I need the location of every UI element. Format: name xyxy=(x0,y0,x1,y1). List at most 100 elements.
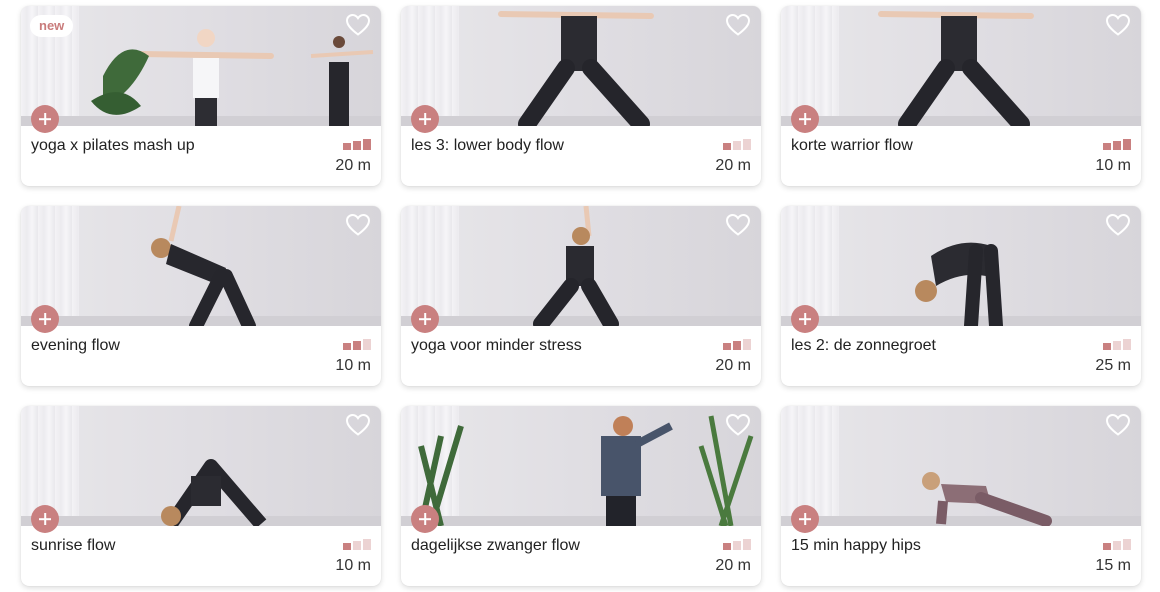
class-duration: 10 m xyxy=(335,357,371,374)
level-bar xyxy=(1103,143,1111,150)
difficulty-level-indicator xyxy=(343,339,371,350)
class-title: dagelijkse zwanger flow xyxy=(411,537,580,554)
level-bar xyxy=(733,141,741,150)
pose-illustration xyxy=(533,206,619,326)
class-title: yoga x pilates mash up xyxy=(31,137,195,154)
heart-outline-icon[interactable] xyxy=(345,413,371,437)
class-card[interactable]: new yoga x pilates mash up 20 m xyxy=(21,6,381,186)
difficulty-level-indicator xyxy=(723,339,751,350)
class-thumbnail[interactable] xyxy=(21,206,381,326)
class-title: les 3: lower body flow xyxy=(411,137,564,154)
heart-outline-icon[interactable] xyxy=(1105,213,1131,237)
level-bar xyxy=(353,341,361,350)
difficulty-level-indicator xyxy=(1103,139,1131,150)
level-bar xyxy=(733,341,741,350)
class-thumbnail[interactable] xyxy=(781,6,1141,126)
class-thumbnail[interactable] xyxy=(401,6,761,126)
level-bar xyxy=(343,543,351,550)
plus-icon[interactable] xyxy=(31,505,59,533)
level-bar xyxy=(1103,543,1111,550)
class-thumbnail[interactable] xyxy=(781,206,1141,326)
class-duration: 20 m xyxy=(715,157,751,174)
class-card[interactable]: evening flow 10 m xyxy=(21,206,381,386)
level-bar xyxy=(1113,541,1121,550)
class-duration: 25 m xyxy=(1095,357,1131,374)
plus-icon[interactable] xyxy=(791,505,819,533)
class-duration: 20 m xyxy=(715,557,751,574)
plus-icon[interactable] xyxy=(31,305,59,333)
class-title: evening flow xyxy=(31,337,120,354)
level-bar xyxy=(743,139,751,150)
class-card[interactable]: korte warrior flow 10 m xyxy=(781,6,1141,186)
pose-illustration xyxy=(878,11,1034,126)
class-grid: new yoga x pilates mash up 20 m les 3: l… xyxy=(21,6,1141,586)
class-duration: 15 m xyxy=(1095,557,1131,574)
new-badge: new xyxy=(30,15,74,37)
class-thumbnail[interactable] xyxy=(781,406,1141,526)
class-title: yoga voor minder stress xyxy=(411,337,582,354)
plus-icon[interactable] xyxy=(791,105,819,133)
level-bar xyxy=(723,543,731,550)
level-bar xyxy=(743,539,751,550)
level-bar xyxy=(723,143,731,150)
pose-illustration xyxy=(91,29,374,126)
pose-illustration xyxy=(922,472,1052,526)
level-bar xyxy=(343,343,351,350)
class-card[interactable]: les 3: lower body flow 20 m xyxy=(401,6,761,186)
difficulty-level-indicator xyxy=(723,139,751,150)
class-duration: 10 m xyxy=(335,557,371,574)
heart-outline-icon[interactable] xyxy=(725,413,751,437)
class-thumbnail[interactable] xyxy=(401,406,761,526)
difficulty-level-indicator xyxy=(1103,539,1131,550)
plus-icon[interactable] xyxy=(411,305,439,333)
class-title: korte warrior flow xyxy=(791,137,913,154)
class-card[interactable]: les 2: de zonnegroet 25 m xyxy=(781,206,1141,386)
class-title: 15 min happy hips xyxy=(791,537,921,554)
heart-outline-icon[interactable] xyxy=(345,213,371,237)
class-card[interactable]: yoga voor minder stress 20 m xyxy=(401,206,761,386)
class-title: les 2: de zonnegroet xyxy=(791,337,936,354)
class-title: sunrise flow xyxy=(31,537,116,554)
class-duration: 20 m xyxy=(335,157,371,174)
level-bar xyxy=(733,541,741,550)
class-thumbnail[interactable]: new xyxy=(21,6,381,126)
plus-icon[interactable] xyxy=(411,505,439,533)
level-bar xyxy=(1113,141,1121,150)
level-bar xyxy=(1123,139,1131,150)
level-bar xyxy=(1103,343,1111,350)
level-bar xyxy=(1113,341,1121,350)
pose-illustration xyxy=(418,415,754,526)
level-bar xyxy=(363,139,371,150)
class-duration: 10 m xyxy=(1095,157,1131,174)
difficulty-level-indicator xyxy=(343,539,371,550)
heart-outline-icon[interactable] xyxy=(345,13,371,37)
class-thumbnail[interactable] xyxy=(401,206,761,326)
level-bar xyxy=(353,541,361,550)
level-bar xyxy=(363,539,371,550)
pose-illustration xyxy=(915,242,1003,326)
class-card[interactable]: sunrise flow 10 m xyxy=(21,406,381,586)
class-duration: 20 m xyxy=(715,357,751,374)
difficulty-level-indicator xyxy=(723,539,751,550)
plus-icon[interactable] xyxy=(411,105,439,133)
pose-illustration xyxy=(498,11,654,126)
class-card[interactable]: 15 min happy hips 15 m xyxy=(781,406,1141,586)
level-bar xyxy=(743,339,751,350)
pose-illustration xyxy=(161,459,267,526)
heart-outline-icon[interactable] xyxy=(1105,13,1131,37)
difficulty-level-indicator xyxy=(343,139,371,150)
pose-illustration xyxy=(151,206,256,326)
difficulty-level-indicator xyxy=(1103,339,1131,350)
level-bar xyxy=(1123,339,1131,350)
heart-outline-icon[interactable] xyxy=(725,13,751,37)
plus-icon[interactable] xyxy=(31,105,59,133)
level-bar xyxy=(353,141,361,150)
class-card[interactable]: dagelijkse zwanger flow 20 m xyxy=(401,406,761,586)
level-bar xyxy=(1123,539,1131,550)
class-thumbnail[interactable] xyxy=(21,406,381,526)
level-bar xyxy=(343,143,351,150)
heart-outline-icon[interactable] xyxy=(1105,413,1131,437)
heart-outline-icon[interactable] xyxy=(725,213,751,237)
level-bar xyxy=(723,343,731,350)
plus-icon[interactable] xyxy=(791,305,819,333)
